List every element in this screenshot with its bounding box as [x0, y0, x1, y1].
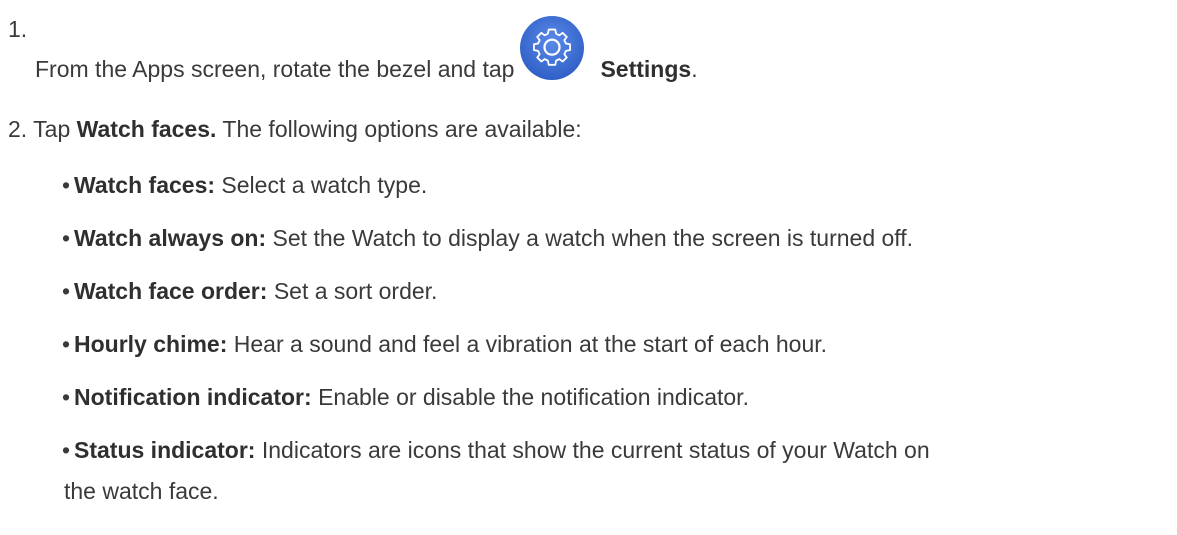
list-item: • Watch always on: Set the Watch to disp…: [62, 219, 1164, 257]
settings-gear-icon: [518, 16, 586, 86]
option-description: Hear a sound and feel a vibration at the…: [233, 331, 828, 357]
option-term: Hourly chime:: [74, 331, 228, 357]
step-2-watch-faces-label: Watch faces.: [76, 116, 217, 142]
list-item: • Hourly chime: Hear a sound and feel a …: [62, 325, 1164, 363]
option-term: Watch faces:: [74, 172, 216, 198]
step-1-settings-label: Settings: [600, 56, 692, 82]
option-term: Notification indicator:: [74, 384, 312, 410]
option-description: Select a watch type.: [221, 172, 428, 198]
option-description-continued: the watch face.: [64, 478, 219, 504]
bullet-dot: •: [62, 437, 71, 463]
option-description: Enable or disable the notification indic…: [318, 384, 749, 410]
bullet-dot: •: [62, 278, 71, 304]
step-1-period: .: [691, 56, 698, 82]
option-term: Watch face order:: [74, 278, 268, 304]
step-2-text: 2. Tap Watch faces. The following option…: [8, 112, 582, 146]
option-term: Status indicator:: [74, 437, 256, 463]
option-description: Set a sort order.: [273, 278, 438, 304]
step-2-tap: Tap: [33, 116, 71, 142]
option-description: Set the Watch to display a watch when th…: [272, 225, 914, 251]
bullet-dot: •: [62, 331, 71, 357]
list-item: • Notification indicator: Enable or disa…: [62, 378, 1164, 416]
bullet-dot: •: [62, 384, 71, 410]
list-item: • Watch faces: Select a watch type.: [62, 166, 1164, 204]
step-1-instruction: From the Apps screen, rotate the bezel a…: [35, 56, 515, 82]
watch-face-options-list: • Watch faces: Select a watch type. • Wa…: [62, 166, 1164, 523]
step-2-number: 2.: [8, 116, 28, 142]
bullet-dot: •: [62, 172, 71, 198]
list-item: • Status indicator: Indicators are icons…: [62, 431, 1164, 508]
option-description: Indicators are icons that show the curre…: [261, 437, 930, 463]
step-2-description: The following options are available:: [222, 116, 582, 142]
option-term: Watch always on:: [74, 225, 267, 251]
step-1-text: From the Apps screen, rotate the bezel a…: [35, 16, 698, 86]
bullet-dot: •: [62, 225, 71, 251]
list-item: • Watch face order: Set a sort order.: [62, 272, 1164, 310]
step-1-number: 1.: [8, 16, 28, 42]
